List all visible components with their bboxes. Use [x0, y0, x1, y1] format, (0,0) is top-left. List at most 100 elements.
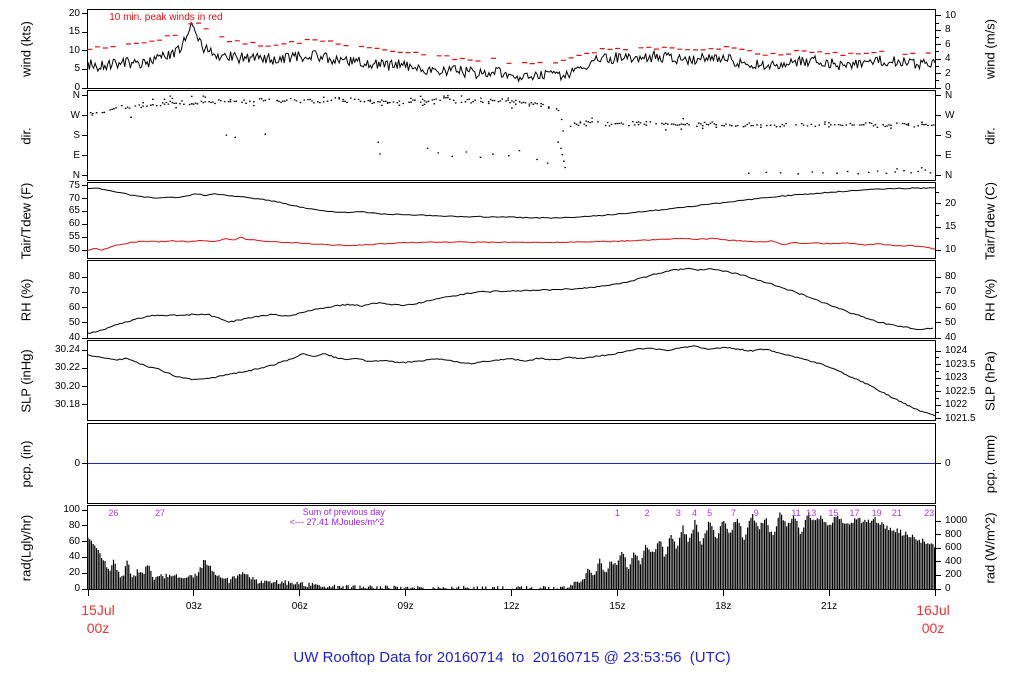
- tick-mark-right: [936, 73, 941, 74]
- tick-mark-right-minor: [936, 385, 939, 386]
- tick-mark-right: [936, 391, 941, 392]
- tick-mark-left: [82, 155, 87, 156]
- tick-mark-left: [82, 211, 87, 212]
- tick-label-left: N: [34, 91, 80, 101]
- tick-mark-left: [82, 115, 87, 116]
- x-tick-label: 06z: [292, 601, 308, 612]
- tick-mark-right: [936, 277, 941, 278]
- plot-dir: [88, 91, 935, 180]
- tick-label-left: 20: [34, 568, 80, 578]
- tick-label-left: 0: [34, 459, 80, 469]
- plot-pcp: [88, 424, 935, 503]
- wind-direction: [90, 96, 935, 174]
- tick-mark-right: [936, 15, 941, 16]
- axis-label-temp-right: Tair/Tdew (C): [983, 181, 998, 259]
- axis-label-wind-left: wind (kts): [19, 21, 34, 77]
- plot-rad: [88, 506, 935, 589]
- tick-label-left: 60: [34, 537, 80, 547]
- axis-label-rh-right: RH (%): [983, 278, 998, 321]
- panel-temp: [87, 182, 936, 259]
- x-tick-mark: [935, 590, 936, 596]
- tick-mark-right: [936, 351, 941, 352]
- tick-label-right: N: [945, 171, 991, 181]
- tick-mark-left: [82, 368, 87, 369]
- tick-mark-left: [82, 292, 87, 293]
- tick-mark-right-minor: [936, 215, 939, 216]
- tick-mark-right: [936, 338, 941, 339]
- annotation-rad-4: 3: [676, 509, 681, 518]
- tick-label-left: 30.20: [34, 382, 80, 392]
- tick-mark-right-minor: [936, 37, 939, 38]
- tick-mark-right: [936, 250, 941, 251]
- panel-dir: [87, 90, 936, 181]
- tick-label-left: 60: [34, 219, 80, 229]
- tick-mark-left: [82, 350, 87, 351]
- tick-mark-left: [82, 338, 87, 339]
- x-tick-mark: [723, 590, 724, 596]
- tick-mark-left: [82, 224, 87, 225]
- tick-mark-right: [936, 521, 941, 522]
- tick-mark-right: [936, 175, 941, 176]
- annotation-rad-2: 1: [615, 509, 620, 518]
- slp-inhg: [88, 346, 935, 416]
- annotation-rad-6: 5: [707, 509, 712, 518]
- axis-label-dir-left: dir.: [19, 127, 34, 144]
- tick-label-left: 60: [34, 303, 80, 313]
- tick-mark-right: [936, 418, 941, 419]
- tick-mark-right: [936, 115, 941, 116]
- tick-mark-left: [82, 250, 87, 251]
- tick-label-right: N: [945, 91, 991, 101]
- axis-label-temp-left: Tair/Tdew (F): [19, 182, 34, 259]
- tick-label-left: 50: [34, 318, 80, 328]
- tick-mark-right: [936, 227, 941, 228]
- x-tick-label: 18z: [715, 601, 731, 612]
- annotation-rad-9: 11: [791, 509, 800, 518]
- tick-mark-left: [82, 95, 87, 96]
- tick-mark-left: [82, 185, 87, 186]
- tick-mark-right: [936, 364, 941, 365]
- tick-mark-left: [82, 237, 87, 238]
- tick-label-left: E: [34, 151, 80, 161]
- tick-label-left: 80: [34, 272, 80, 282]
- tick-mark-right: [936, 534, 941, 535]
- tick-label-left: 70: [34, 287, 80, 297]
- tick-mark-right: [936, 405, 941, 406]
- tick-label-left: 80: [34, 521, 80, 531]
- annotation-rad-3: 2: [644, 509, 649, 518]
- x-tick-mark: [829, 590, 830, 596]
- tick-mark-right-minor: [936, 80, 939, 81]
- tick-label-left: S: [34, 131, 80, 141]
- x-end-hour-label: 00z: [922, 620, 945, 636]
- annotation-rad-1: 27: [155, 509, 165, 518]
- plot-slp: [88, 341, 935, 420]
- tick-mark-right: [936, 548, 941, 549]
- tick-mark-right: [936, 44, 941, 45]
- tick-mark-left: [82, 277, 87, 278]
- x-tick-label: 15z: [609, 601, 625, 612]
- tick-mark-right: [936, 88, 941, 89]
- x-tick-mark: [511, 590, 512, 596]
- tick-mark-left: [82, 198, 87, 199]
- tick-label-left: W: [34, 111, 80, 121]
- annotation-rad-17: <--- 27.41 MJoules/m^2: [290, 518, 385, 527]
- chart-title: UW Rooftop Data for 20160714 to 20160715…: [0, 649, 1024, 666]
- x-tick-mark: [193, 590, 194, 596]
- tick-mark-right: [936, 575, 941, 576]
- tick-label-left: 55: [34, 232, 80, 242]
- annotation-rad-8: 9: [754, 509, 759, 518]
- tick-mark-left: [82, 525, 87, 526]
- annotation-wind-0: 10 min. peak winds in red: [109, 13, 222, 23]
- x-start-hour-label: 00z: [87, 620, 110, 636]
- tick-mark-right-minor: [936, 371, 939, 372]
- annotation-rad-16: Sum of previous day: [303, 508, 385, 517]
- panel-rh: [87, 260, 936, 339]
- tick-label-left: 0: [34, 584, 80, 594]
- wind-avg-kts: [88, 23, 935, 81]
- tick-label-left: 5: [34, 64, 80, 74]
- tick-label-left: 40: [34, 333, 80, 343]
- annotation-rad-11: 15: [828, 509, 838, 518]
- axis-label-wind-right: wind (m/s): [983, 19, 998, 79]
- tick-mark-right: [936, 322, 941, 323]
- x-start-date-label: 15Jul: [81, 602, 114, 618]
- tick-mark-left: [82, 32, 87, 33]
